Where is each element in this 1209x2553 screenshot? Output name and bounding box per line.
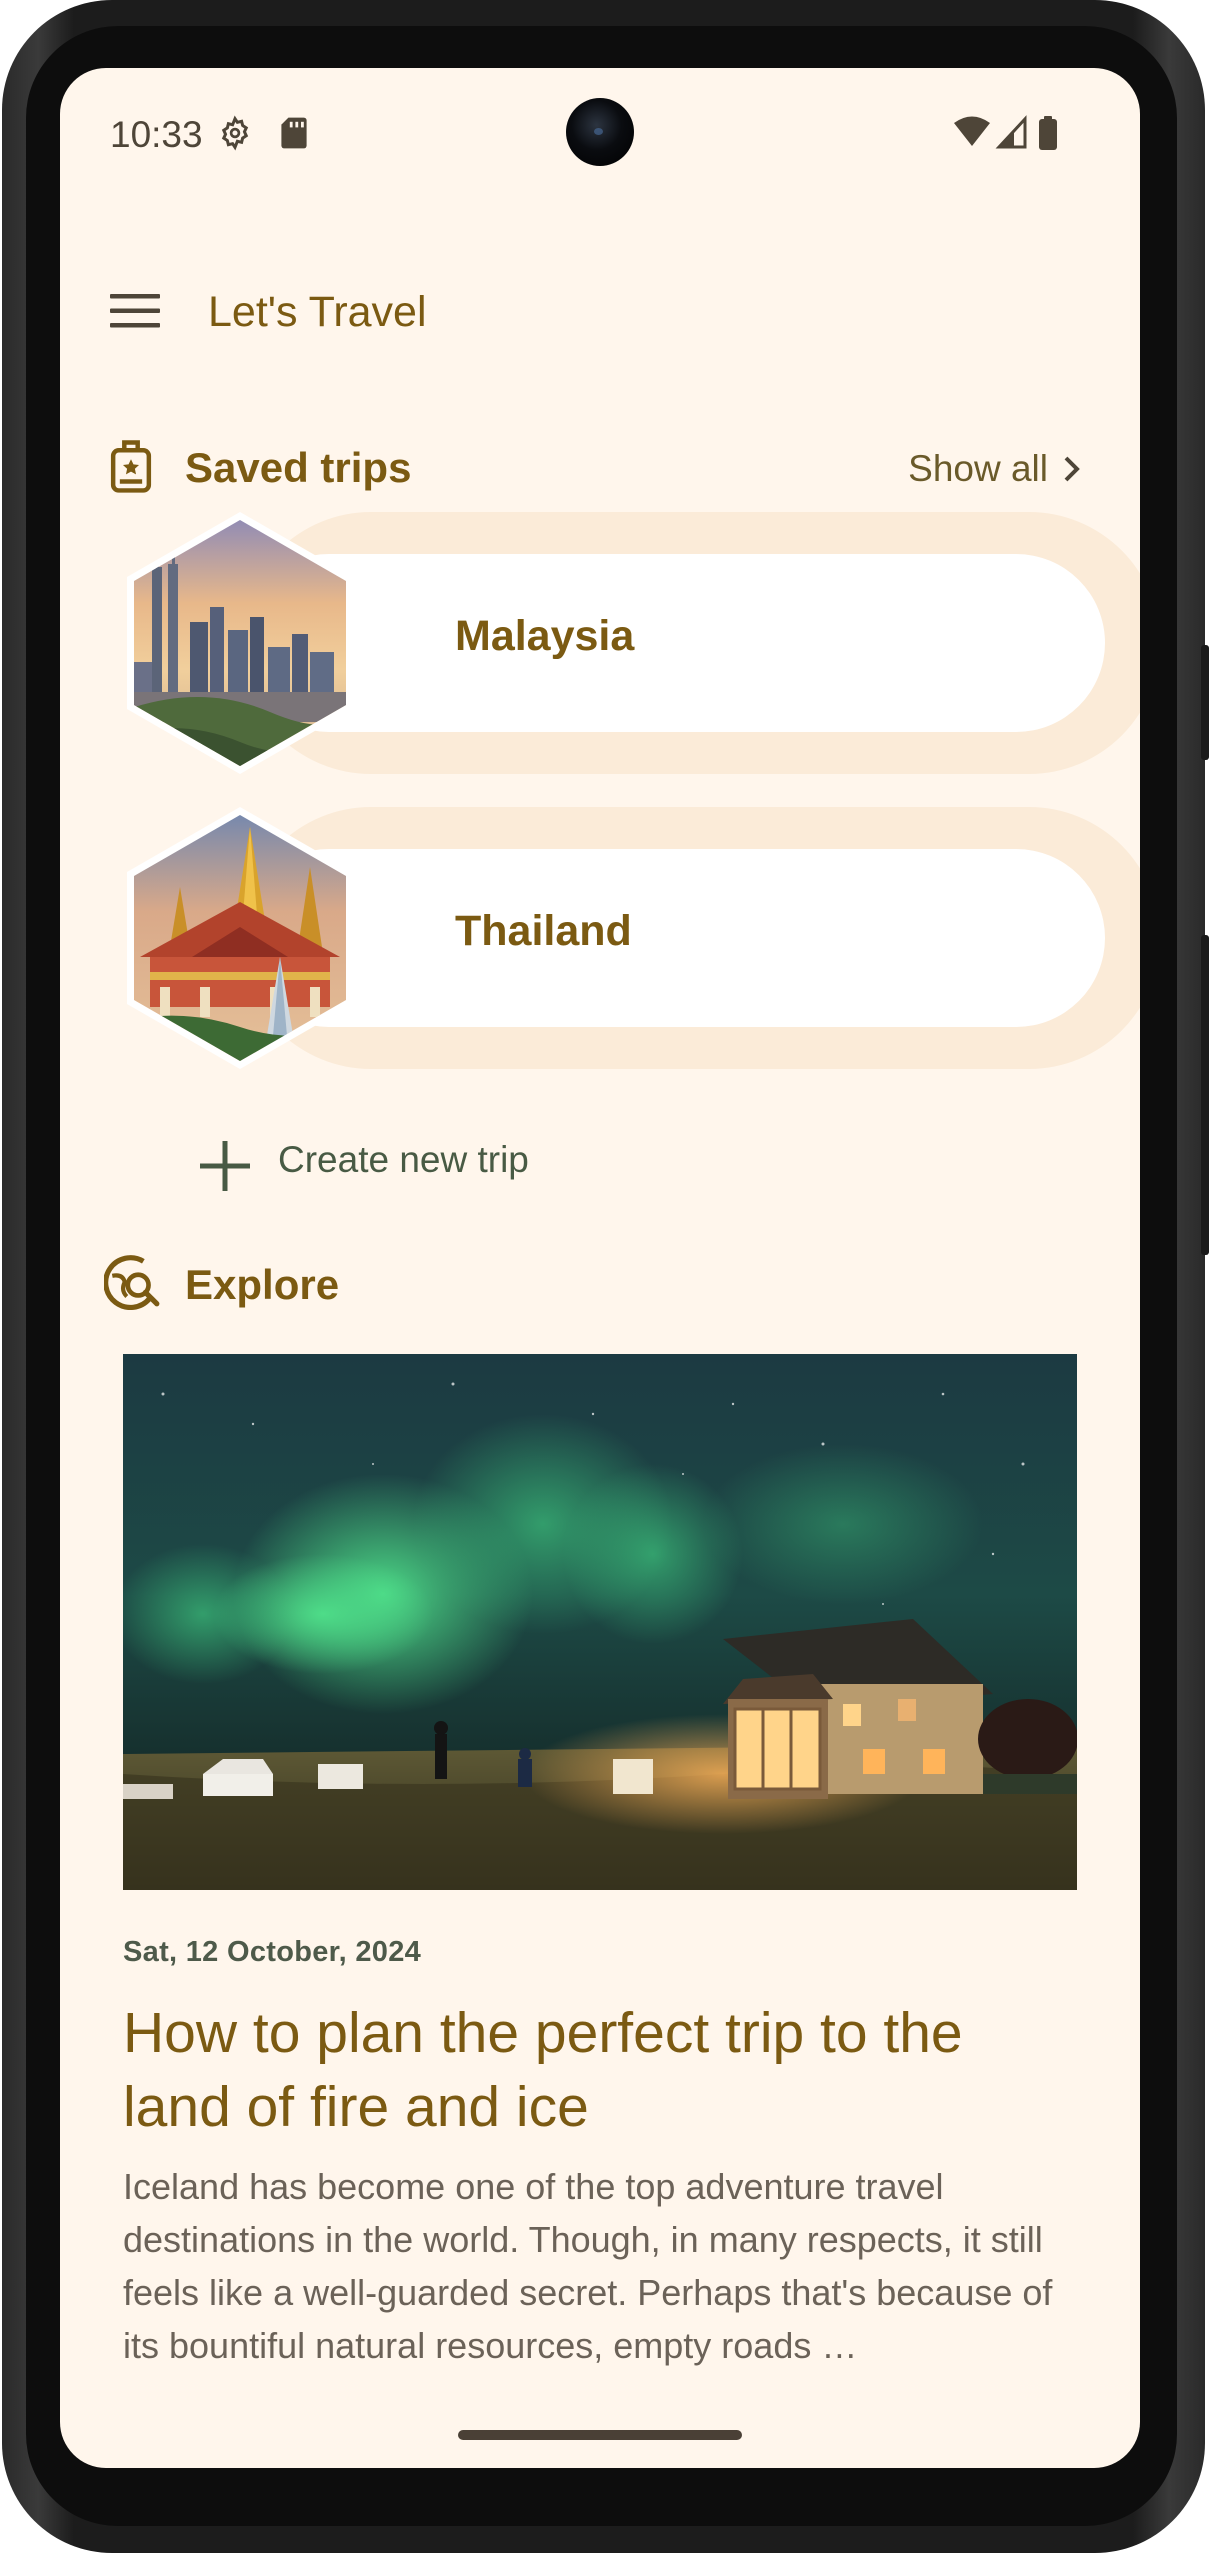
create-new-trip-button[interactable]: Create new trip — [135, 1131, 555, 1201]
battery-icon — [1039, 116, 1057, 150]
show-all-button[interactable]: Show all — [908, 444, 1082, 494]
saved-trips-title: Saved trips — [185, 444, 412, 491]
show-all-label: Show all — [908, 448, 1048, 489]
luggage-icon — [110, 440, 152, 493]
app-title: Let's Travel — [208, 288, 427, 336]
phone-frame: 10:33 Let's Travel Saved trips Show all … — [0, 0, 1209, 2553]
chevron-right-icon — [1064, 456, 1080, 482]
trip-card-malaysia[interactable]: Malaysia — [120, 512, 1140, 774]
trip-image-malaysia — [127, 512, 353, 774]
trip-card-pill — [240, 554, 1105, 732]
cellular-signal-icon — [995, 115, 1027, 149]
menu-hamburger-icon[interactable] — [110, 292, 162, 330]
status-bar: 10:33 — [60, 68, 1140, 198]
explore-title: Explore — [185, 1261, 340, 1308]
plus-icon — [200, 1141, 250, 1191]
create-new-trip-label: Create new trip — [278, 1139, 529, 1180]
article-excerpt: Iceland has become one of the top advent… — [123, 2166, 1053, 2366]
trip-image-thailand — [127, 807, 353, 1069]
explore-header: Explore — [60, 1251, 1140, 1321]
volume-button — [1201, 935, 1209, 1255]
article-title[interactable]: How to plan the perfect trip to the land… — [123, 1996, 1083, 2144]
front-camera — [566, 98, 634, 166]
saved-trips-header: Saved trips Show all — [60, 436, 1140, 506]
aurora-photo — [123, 1354, 1077, 1890]
trip-name: Malaysia — [455, 612, 635, 660]
system-status-icons — [954, 115, 1057, 150]
status-time: 10:33 — [110, 114, 203, 155]
power-button — [1201, 645, 1209, 760]
article-image[interactable] — [123, 1354, 1077, 1890]
sd-card-icon — [281, 117, 307, 149]
trip-card-pill — [240, 849, 1105, 1027]
trip-card-thailand[interactable]: Thailand — [120, 807, 1140, 1069]
article-date: Sat, 12 October, 2024 — [123, 1936, 422, 1968]
top-app-bar: Let's Travel — [60, 278, 1140, 348]
travel-explore-icon — [104, 1255, 160, 1310]
trip-name: Thailand — [455, 907, 632, 955]
wifi-icon — [954, 116, 990, 146]
settings-gear-icon — [221, 115, 249, 151]
screen: 10:33 Let's Travel Saved trips Show all … — [60, 68, 1140, 2468]
gesture-home-indicator[interactable] — [458, 2430, 742, 2440]
